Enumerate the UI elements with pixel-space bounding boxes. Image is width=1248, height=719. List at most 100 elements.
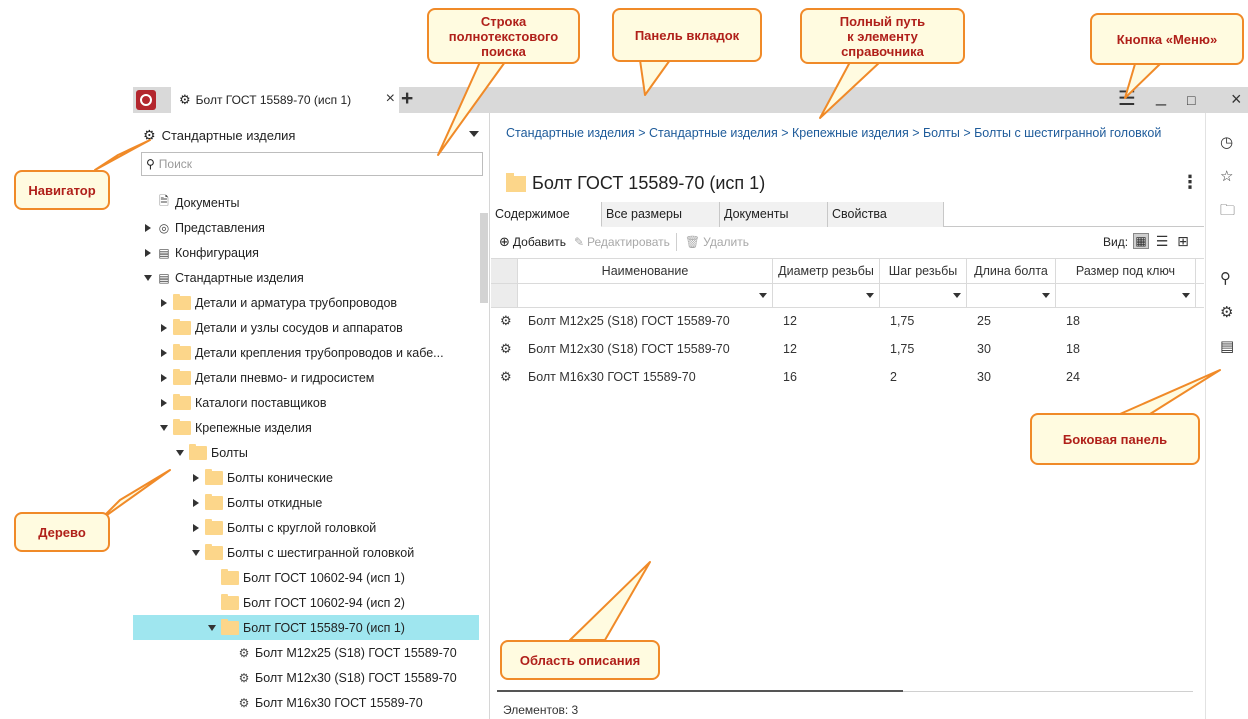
column-filter[interactable] (1056, 284, 1196, 307)
add-tab-button[interactable]: + (401, 88, 413, 110)
tree-item[interactable]: Детали и узлы сосудов и аппаратов (133, 315, 479, 340)
tree-item-label: Болты откидные (227, 495, 323, 510)
column-filter[interactable] (880, 284, 967, 307)
tree-item[interactable]: Болт ГОСТ 15589-70 (исп 1) (133, 615, 479, 640)
collapsed-arrow-icon[interactable] (159, 298, 169, 308)
tab-documents[interactable]: Документы (720, 202, 828, 227)
navigator-label: Стандартные изделия (161, 127, 296, 143)
minimize-button[interactable]: _ (1156, 86, 1166, 106)
collapsed-arrow-icon[interactable] (159, 398, 169, 408)
app-window: ⚙ Болт ГОСТ 15589-70 (исп 1) × + ☰ _ □ ×… (133, 86, 1248, 719)
tree-item[interactable]: Детали крепления трубопроводов и кабе... (133, 340, 479, 365)
tree-item[interactable]: ⚙ Болт М12х30 (S18) ГОСТ 15589-70 (133, 665, 479, 690)
delete-button[interactable]: 🗑 Удалить (685, 235, 749, 249)
book-icon: ▤ (158, 245, 170, 260)
navigator-pane: ⚙ Стандартные изделия ⚲ 🗎 Документы ◎ Предс… (133, 113, 490, 719)
list-view-icon[interactable]: ☰ (1154, 233, 1170, 249)
folder-icon (221, 568, 239, 585)
table-view-icon[interactable]: ▦ (1133, 233, 1149, 249)
tree-item[interactable]: ▤ Стандартные изделия (133, 265, 479, 290)
tree-item[interactable]: Каталоги поставщиков (133, 390, 479, 415)
collapsed-arrow-icon[interactable] (191, 498, 201, 508)
book-icon[interactable]: ▤ (1220, 338, 1234, 356)
search-icon[interactable]: ⚲ (1220, 270, 1231, 288)
column-header[interactable]: Наименование (518, 259, 773, 283)
tree-item[interactable]: Болт ГОСТ 10602-94 (исп 2) (133, 590, 479, 615)
collapsed-arrow-icon[interactable] (143, 248, 153, 258)
tree-item-label: Детали и арматура трубопроводов (195, 295, 398, 310)
fulltext-search[interactable]: ⚲ (141, 152, 483, 176)
view-icon: ◎ (158, 220, 170, 235)
collapsed-arrow-icon[interactable] (159, 348, 169, 358)
tab-all-sizes[interactable]: Все размеры (602, 202, 720, 227)
collapsed-arrow-icon[interactable] (191, 473, 201, 483)
tree-item[interactable]: ⚙ Болт М16х30 ГОСТ 15589-70 (133, 690, 479, 715)
expanded-arrow-icon[interactable] (143, 273, 153, 283)
column-header[interactable]: Размер под ключ (1056, 259, 1196, 283)
star-icon[interactable]: ☆ (1220, 168, 1233, 186)
folder-icon (173, 293, 191, 310)
tree-item[interactable]: 🗎 Документы (133, 190, 479, 215)
expanded-arrow-icon[interactable] (159, 423, 169, 433)
expanded-arrow-icon[interactable] (191, 548, 201, 558)
tree-item[interactable]: ⚙ Болт М12х25 (S18) ГОСТ 15589-70 (133, 640, 479, 665)
column-header[interactable]: Шаг резьбы (880, 259, 967, 283)
column-filter[interactable] (518, 284, 773, 307)
tab-properties[interactable]: Свойства (828, 202, 944, 227)
add-button[interactable]: ⊕ Добавить (499, 234, 566, 250)
search-part-icon[interactable]: ⚙ (1220, 304, 1233, 322)
maximize-button[interactable]: □ (1187, 90, 1195, 110)
tree-item[interactable]: Крепежные изделия (133, 415, 479, 440)
tree-item[interactable]: Болты (133, 440, 479, 465)
tab-contents[interactable]: Содержимое (491, 202, 602, 227)
menu-button[interactable]: ☰ (1118, 89, 1136, 109)
expanded-arrow-icon[interactable] (207, 623, 217, 633)
toolbar: ⊕ Добавить ✎ Редактировать 🗑 Удалить Вид… (491, 228, 1204, 256)
folder-open-icon[interactable]: 🗀 (1220, 202, 1235, 220)
close-tab-icon[interactable]: × (386, 91, 395, 107)
collapsed-arrow-icon[interactable] (159, 373, 169, 383)
chevron-down-icon[interactable] (469, 131, 479, 137)
tree-item[interactable]: Болты конические (133, 465, 479, 490)
breadcrumb[interactable]: Стандартные изделия > Стандартные издели… (506, 123, 1186, 143)
column-header[interactable]: Диаметр резьбы (773, 259, 880, 283)
document-tab[interactable]: ⚙ Болт ГОСТ 15589-70 (исп 1) × (171, 87, 399, 113)
tiles-view-icon[interactable]: ⊞ (1175, 233, 1191, 249)
tree-item[interactable]: Болты с круглой головкой (133, 515, 479, 540)
part-icon: ⚙ (500, 369, 512, 384)
tree-item[interactable]: Болт ГОСТ 10602-94 (исп 1) (133, 565, 479, 590)
clock-icon[interactable]: ◷ (1220, 134, 1233, 152)
collapsed-arrow-icon[interactable] (159, 323, 169, 333)
folder-icon (173, 418, 191, 435)
app-logo-icon[interactable] (136, 90, 156, 110)
tree-item[interactable]: Болты с шестигранной головкой (133, 540, 479, 565)
tree-item[interactable]: ◎ Представления (133, 215, 479, 240)
part-icon: ⚙ (500, 341, 512, 356)
tree-item-label: Болт М12х30 (S18) ГОСТ 15589-70 (255, 670, 457, 685)
search-input[interactable] (158, 157, 459, 171)
table-row[interactable]: ⚙ Болт М12х25 (S18) ГОСТ 15589-70 12 1,75 25… (491, 308, 1204, 336)
edit-button[interactable]: ✎ Редактировать (574, 235, 670, 249)
column-filter[interactable] (967, 284, 1056, 307)
table-cell: 24 (1066, 370, 1080, 384)
navigator-selector[interactable]: ⚙ Стандартные изделия (143, 125, 483, 145)
tab-bar: ⚙ Болт ГОСТ 15589-70 (исп 1) × + ☰ _ □ × (133, 86, 1248, 113)
part-icon: ⚙ (500, 313, 512, 328)
part-icon: ⚙ (238, 645, 250, 660)
collapsed-arrow-icon[interactable] (191, 523, 201, 533)
column-filter[interactable] (773, 284, 880, 307)
more-options-icon[interactable]: ⋮ (1181, 173, 1199, 191)
table-row[interactable]: ⚙ Болт М12х30 (S18) ГОСТ 15589-70 12 1,75 30… (491, 336, 1204, 364)
tree-item-label: Болты (211, 445, 248, 460)
tree-item[interactable]: ▤ Конфигурация (133, 240, 479, 265)
close-window-button[interactable]: × (1231, 89, 1242, 109)
tree-item[interactable]: Детали пневмо- и гидросистем (133, 365, 479, 390)
tree-item[interactable]: Детали и арматура трубопроводов (133, 290, 479, 315)
part-icon: ⚙ (238, 695, 250, 710)
expanded-arrow-icon[interactable] (175, 448, 185, 458)
column-header[interactable]: Длина болта (967, 259, 1056, 283)
collapsed-arrow-icon[interactable] (143, 223, 153, 233)
table-row[interactable]: ⚙ Болт М16х30 ГОСТ 15589-70 16 2 30 24 (491, 364, 1204, 392)
tree-item[interactable]: Болты откидные (133, 490, 479, 515)
tree-scrollbar[interactable] (480, 213, 488, 303)
